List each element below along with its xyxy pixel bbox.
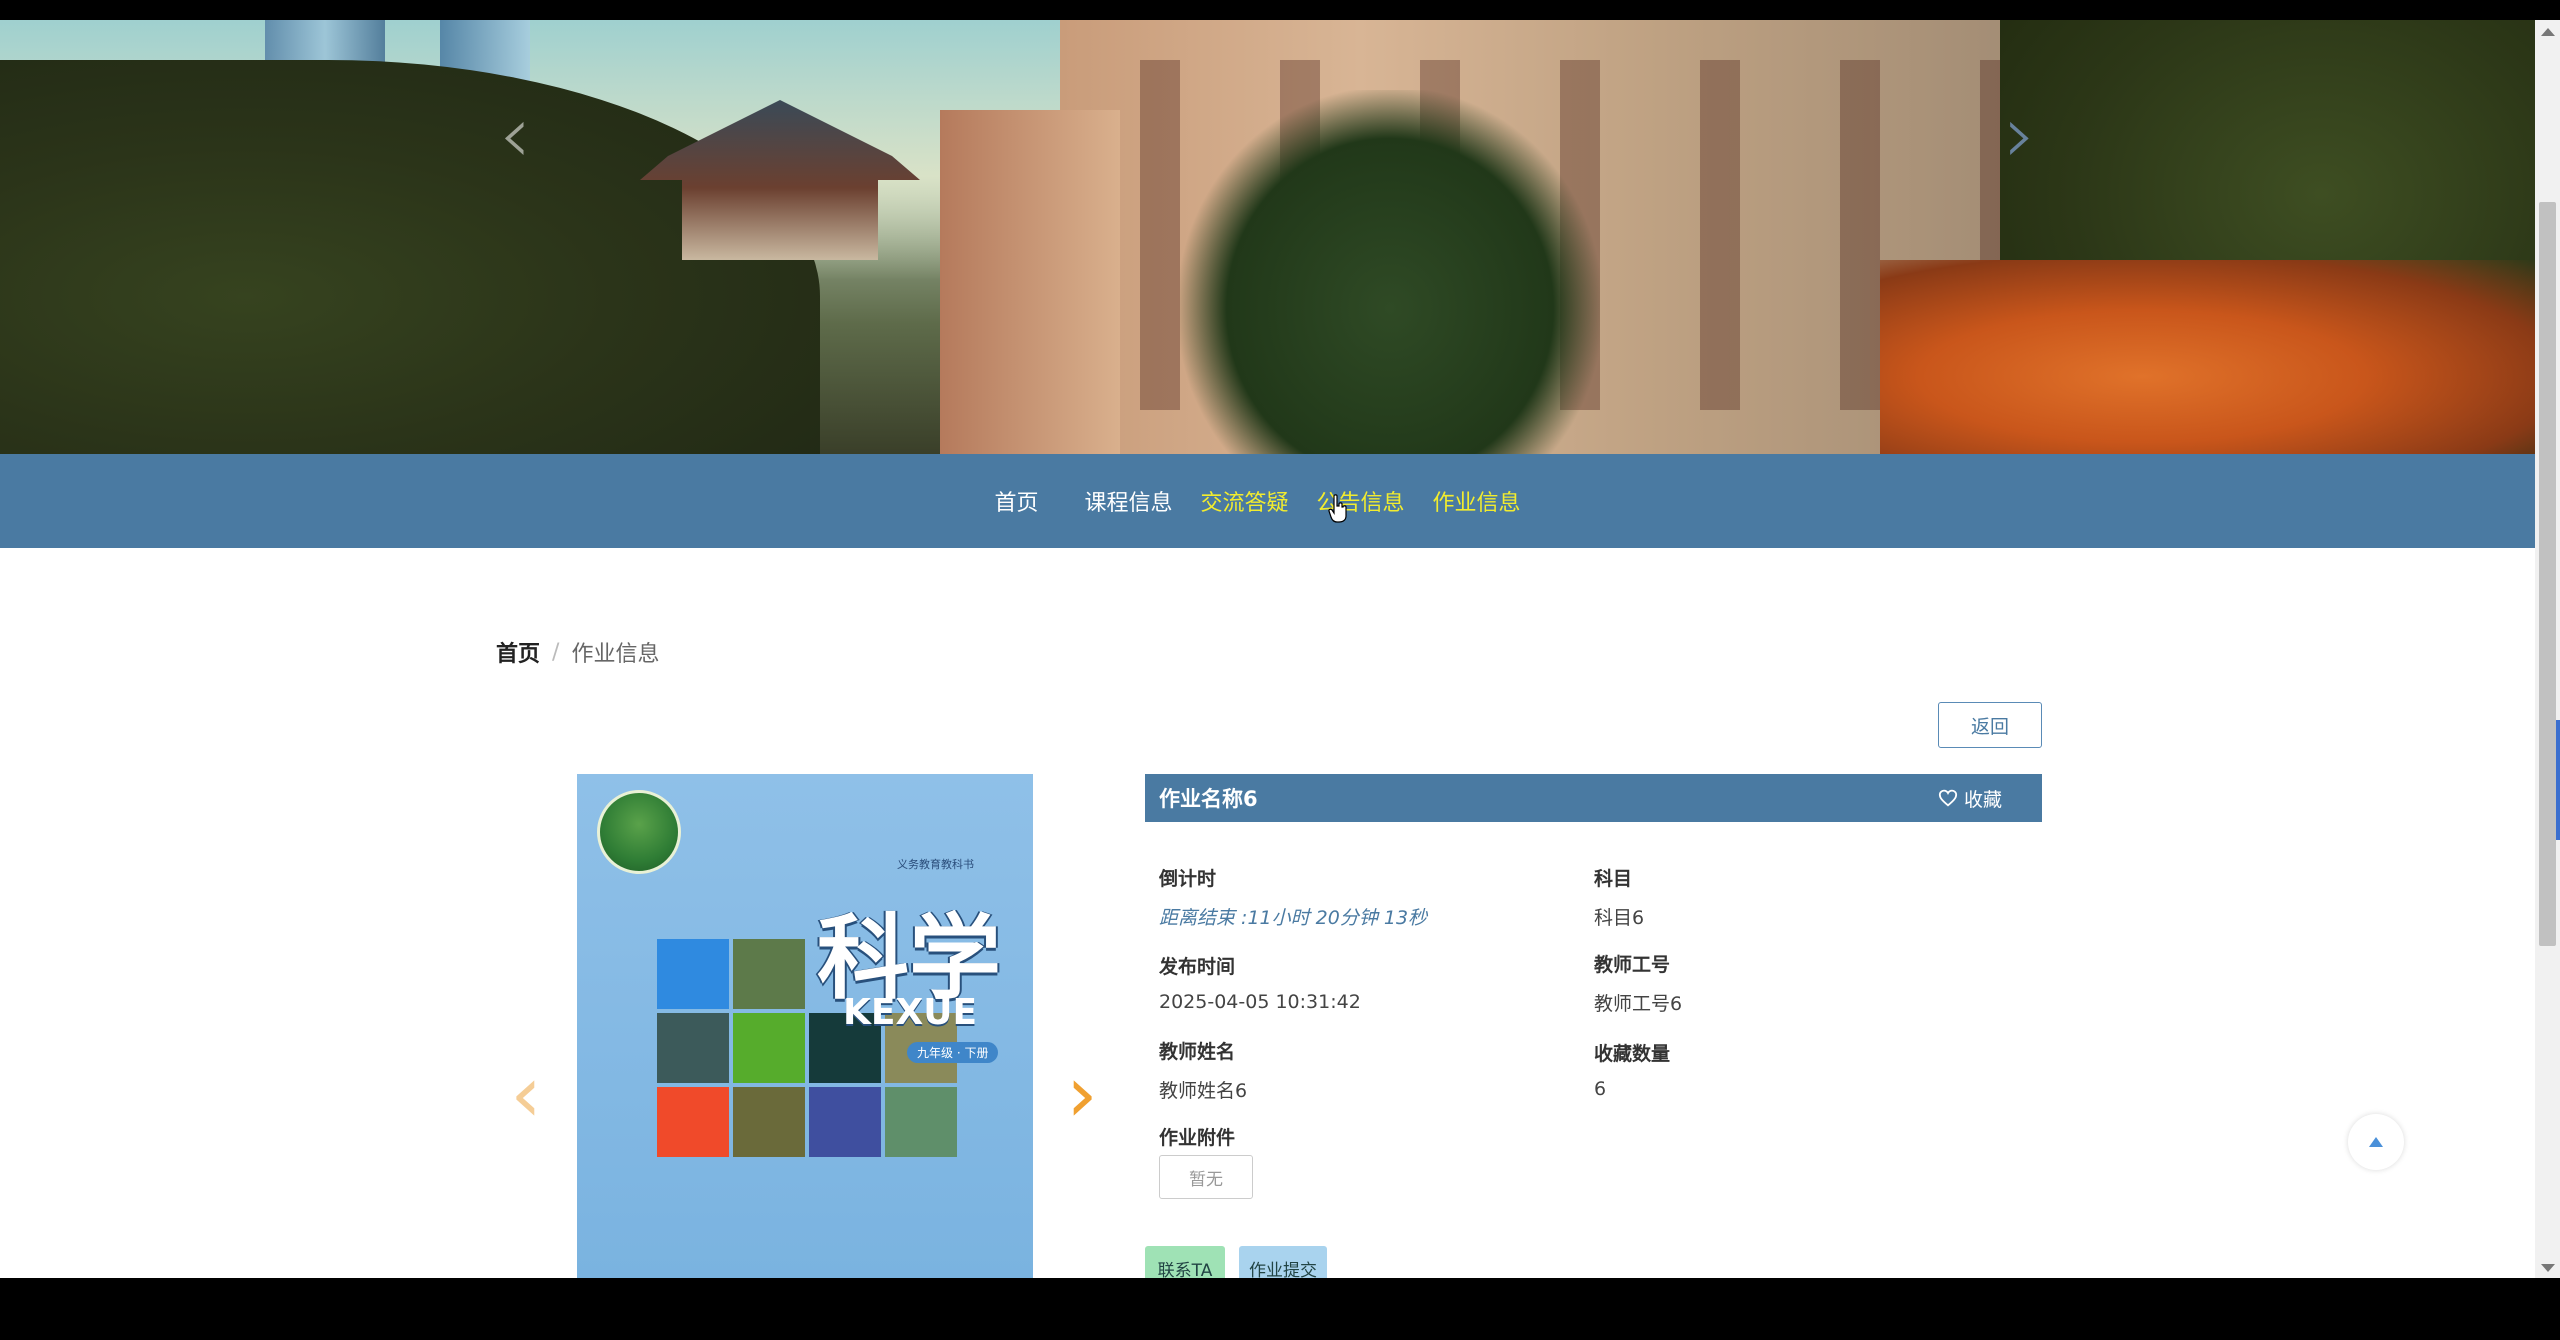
heart-icon [1938, 789, 1958, 807]
field-publish-time: 发布时间 2025-04-05 10:31:42 [1159, 952, 1361, 1013]
book-title-en: KEXUE [843, 992, 978, 1033]
field-subject: 科目 科目6 [1594, 864, 1644, 930]
field-label: 科目 [1594, 868, 1633, 890]
main-nav: 首页 课程信息 交流答疑 公告信息 作业信息 [0, 454, 2535, 548]
triangle-up-icon [2369, 1137, 2383, 1147]
nav-item-homework[interactable]: 作业信息 [1419, 485, 1535, 517]
homework-detail-panel: 作业名称6 收藏 倒计时 距离结束 :11小时 20分钟 13秒 科目 科目6 … [1145, 774, 2042, 1278]
hero-prev-arrow-icon[interactable]: ‹ [495, 95, 535, 175]
scroll-up-arrow-icon[interactable] [2541, 28, 2555, 36]
gallery-next-arrow-icon[interactable]: › [1062, 1056, 1102, 1134]
attachment-none-button[interactable]: 暂无 [1159, 1155, 1253, 1199]
hero-banner: ‹ › [0, 20, 2535, 454]
subject-value: 科目6 [1594, 907, 1645, 929]
nav-item-announcements[interactable]: 公告信息 [1303, 485, 1419, 517]
hero-building-small [940, 110, 1120, 454]
field-favorites-count: 收藏数量 6 [1594, 1039, 1670, 1100]
publish-time-value: 2025-04-05 10:31:42 [1159, 991, 1361, 1013]
hero-bush [1880, 260, 2535, 454]
field-label: 教师工号 [1594, 954, 1671, 976]
book-publisher-line: 义务教育教科书 [897, 858, 974, 871]
hand-cursor-icon [1328, 494, 1347, 523]
field-teacher-name: 教师姓名 教师姓名6 [1159, 1037, 1247, 1103]
field-teacher-id: 教师工号 教师工号6 [1594, 950, 1682, 1016]
nav-item-home[interactable]: 首页 [980, 485, 1052, 517]
vertical-scrollbar[interactable] [2535, 20, 2560, 1278]
breadcrumb-separator: / [552, 639, 560, 665]
field-label: 发布时间 [1159, 956, 1236, 978]
hero-next-arrow-icon[interactable]: › [2000, 95, 2040, 175]
back-to-top-button[interactable] [2348, 1114, 2404, 1170]
edge-indicator [2556, 720, 2560, 840]
favorite-label: 收藏 [1963, 788, 2002, 811]
breadcrumb-home[interactable]: 首页 [496, 636, 540, 668]
field-label: 倒计时 [1159, 868, 1217, 890]
homework-cover-image: 义务教育教科书 科学 KEXUE 九年级 · 下册 [577, 774, 1033, 1278]
scroll-down-arrow-icon[interactable] [2541, 1264, 2555, 1272]
countdown-value: 距离结束 :11小时 20分钟 13秒 [1159, 907, 1428, 929]
teacher-name-value: 教师姓名6 [1159, 1080, 1248, 1102]
homework-title: 作业名称6 [1159, 787, 1258, 811]
back-button[interactable]: 返回 [1938, 702, 2042, 748]
page-viewport: ‹ › 首页 课程信息 交流答疑 公告信息 作业信息 首页 / 作业信息 返回 … [0, 20, 2535, 1278]
field-label: 收藏数量 [1594, 1043, 1671, 1065]
field-label: 教师姓名 [1159, 1041, 1236, 1063]
favorite-button[interactable]: 收藏 [1938, 785, 2002, 812]
teacher-id-value: 教师工号6 [1594, 993, 1683, 1015]
gallery-prev-arrow-icon[interactable]: ‹ [506, 1056, 546, 1134]
field-label: 作业附件 [1159, 1127, 1236, 1149]
contact-button[interactable]: 联系TA [1145, 1246, 1225, 1278]
book-grade-badge: 九年级 · 下册 [907, 1042, 999, 1063]
scrollbar-thumb[interactable] [2539, 202, 2556, 946]
publisher-logo-icon [597, 790, 681, 874]
hero-tree [1180, 90, 1600, 454]
favorites-count-value: 6 [1594, 1078, 1607, 1100]
submit-homework-button[interactable]: 作业提交 [1239, 1246, 1327, 1278]
breadcrumb: 首页 / 作业信息 [496, 636, 659, 668]
field-countdown: 倒计时 距离结束 :11小时 20分钟 13秒 [1159, 864, 1427, 930]
field-attachment: 作业附件 [1159, 1123, 1235, 1150]
panel-header: 作业名称6 收藏 [1145, 774, 2042, 822]
nav-item-qa[interactable]: 交流答疑 [1186, 485, 1302, 517]
nav-item-courses[interactable]: 课程信息 [1070, 485, 1186, 517]
breadcrumb-current: 作业信息 [571, 642, 660, 667]
